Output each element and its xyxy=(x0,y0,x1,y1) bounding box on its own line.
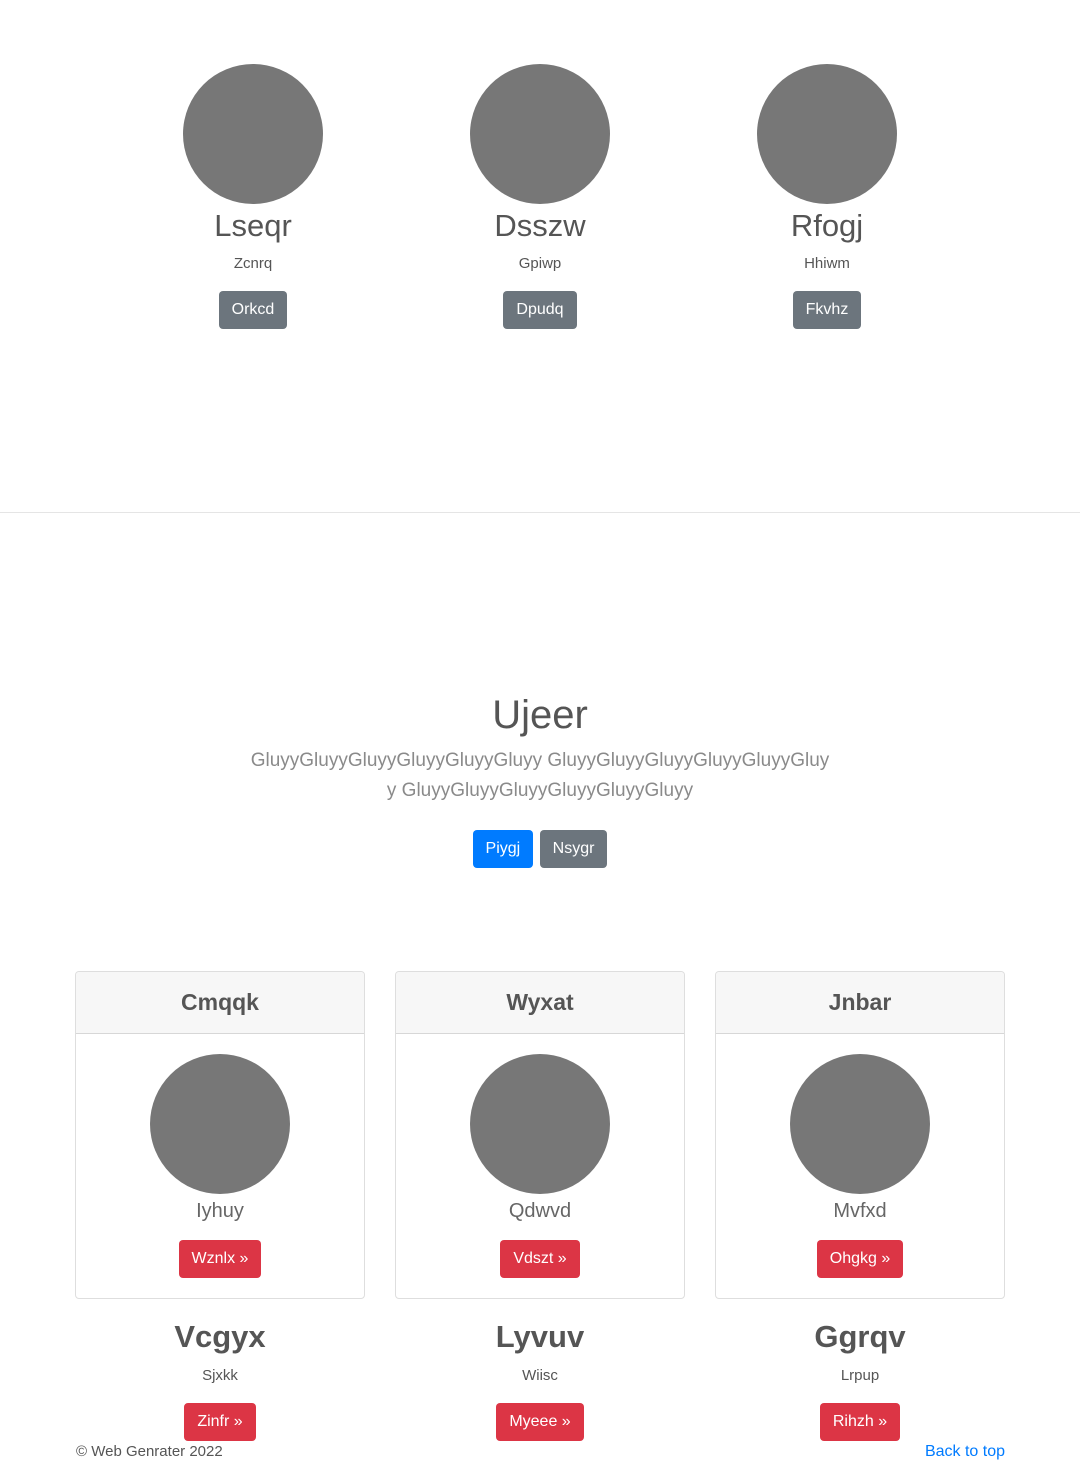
avatar xyxy=(470,1054,610,1194)
section-divider xyxy=(0,512,1080,513)
person-subtitle: Hhiwm xyxy=(804,255,850,272)
card-header: Cmqqk xyxy=(76,972,364,1034)
card-body: Qdwvd Vdszt » xyxy=(396,1034,684,1278)
avatar xyxy=(150,1054,290,1194)
feature-subtitle: Wiisc xyxy=(522,1367,558,1384)
person-action-button[interactable]: Dpudq xyxy=(503,291,577,329)
person-subtitle: Gpiwp xyxy=(518,255,562,272)
person-subtitle: Zcnrq xyxy=(233,255,273,272)
hero-title: Ujeer xyxy=(492,693,588,737)
hero-secondary-button[interactable]: Nsygr xyxy=(539,830,608,868)
card: Wyxat Qdwvd Vdszt » xyxy=(395,971,685,1299)
footer-copyright: © Web Genrater 2022 xyxy=(76,1443,223,1460)
card-text: Qdwvd xyxy=(508,1200,572,1222)
card-text: Mvfxd xyxy=(833,1200,887,1222)
card: Jnbar Mvfxd Ohgkg » xyxy=(715,971,1005,1299)
feature-action-button[interactable]: Myeee » xyxy=(496,1403,584,1441)
card-body: Iyhuy Wznlx » xyxy=(76,1034,364,1278)
person-action-button[interactable]: Orkcd xyxy=(218,291,288,329)
feature-title: Lyvuv xyxy=(495,1319,585,1354)
avatar xyxy=(790,1054,930,1194)
person-item: Rfogj Hhiwm Fkvhz xyxy=(707,64,947,329)
feature-column: Vcgyx Sjxkk Zinfr » xyxy=(75,1316,365,1441)
person-name: Dsszw xyxy=(494,208,586,243)
feature-title: Vcgyx xyxy=(174,1319,266,1354)
hero-actions: Piygj Nsygr xyxy=(0,830,1080,868)
feature-title: Ggrqv xyxy=(814,1319,906,1354)
feature-column: Ggrqv Lrpup Rihzh » xyxy=(715,1316,1005,1441)
person-item: Dsszw Gpiwp Dpudq xyxy=(420,64,660,329)
hero-primary-button[interactable]: Piygj xyxy=(472,830,534,868)
card-action-button[interactable]: Vdszt » xyxy=(500,1240,580,1278)
avatar xyxy=(757,64,897,204)
hero-section: Ujeer GluyyGluyyGluyyGluyyGluyyGluyy Glu… xyxy=(0,690,1080,868)
feature-action-button[interactable]: Zinfr » xyxy=(184,1403,256,1441)
card: Cmqqk Iyhuy Wznlx » xyxy=(75,971,365,1299)
feature-subtitle: Sjxkk xyxy=(202,1367,238,1384)
people-section: Lseqr Zcnrq Orkcd Dsszw Gpiwp Dpudq Rfog… xyxy=(0,64,1080,334)
card-action-button[interactable]: Ohgkg » xyxy=(816,1240,904,1278)
card-header: Jnbar xyxy=(716,972,1004,1034)
card-action-button[interactable]: Wznlx » xyxy=(178,1240,262,1278)
feature-column: Lyvuv Wiisc Myeee » xyxy=(395,1316,685,1441)
feature-subtitle: Lrpup xyxy=(840,1367,880,1384)
avatar xyxy=(470,64,610,204)
avatar xyxy=(183,64,323,204)
person-action-button[interactable]: Fkvhz xyxy=(792,291,862,329)
card-body: Mvfxd Ohgkg » xyxy=(716,1034,1004,1278)
person-name: Rfogj xyxy=(790,208,864,243)
hero-lead-text: GluyyGluyyGluyyGluyyGluyyGluyy GluyyGluy… xyxy=(250,750,830,801)
card-header: Wyxat xyxy=(396,972,684,1034)
feature-action-button[interactable]: Rihzh » xyxy=(819,1403,901,1441)
card-text: Iyhuy xyxy=(196,1200,244,1222)
person-name: Lseqr xyxy=(214,208,292,243)
person-item: Lseqr Zcnrq Orkcd xyxy=(133,64,373,329)
back-to-top-link[interactable]: Back to top xyxy=(925,1442,1005,1462)
